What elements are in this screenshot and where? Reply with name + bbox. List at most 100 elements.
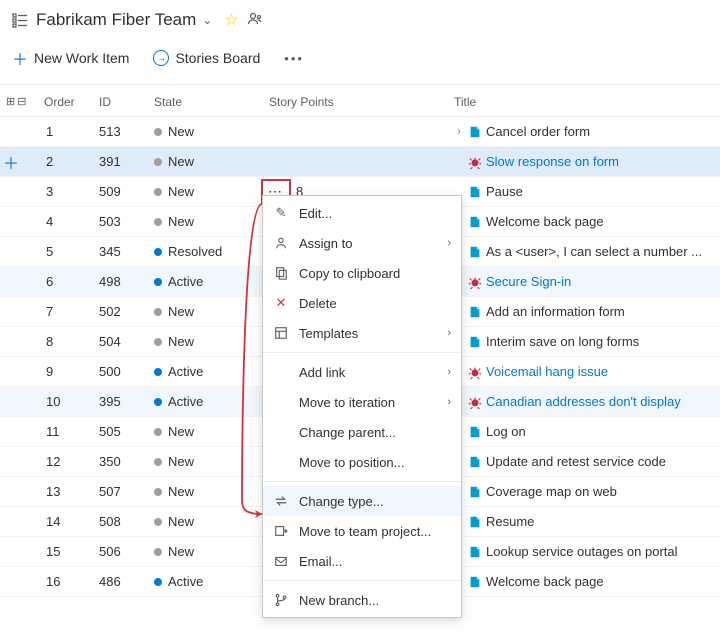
cell-state: New — [154, 214, 269, 229]
table-row[interactable]: ＋2391NewSlow response on form — [0, 147, 720, 177]
state-dot-icon — [154, 398, 162, 406]
cell-id: 505 — [99, 424, 154, 439]
state-dot-icon — [154, 308, 162, 316]
cell-title: Welcome back page — [454, 574, 714, 589]
cell-id: 508 — [99, 514, 154, 529]
cell-title: Add an information form — [454, 304, 714, 319]
chevron-down-icon[interactable]: ⌄ — [202, 13, 212, 27]
user-story-icon — [468, 185, 482, 199]
menu-change-parent-label: Change parent... — [299, 425, 396, 440]
work-item-title: Update and retest service code — [486, 454, 666, 469]
cell-state: Active — [154, 394, 269, 409]
bug-icon — [468, 395, 482, 409]
table-row[interactable]: 1513New›Cancel order form — [0, 117, 720, 147]
cell-state: Active — [154, 274, 269, 289]
col-title[interactable]: Title — [454, 95, 714, 109]
cell-title: Coverage map on web — [454, 484, 714, 499]
expand-chevron-icon[interactable]: › — [454, 126, 464, 137]
cell-order: 5 — [44, 244, 99, 259]
more-actions-icon[interactable]: ••• — [284, 51, 304, 66]
cell-title[interactable]: ›Secure Sign-in — [454, 274, 714, 289]
collapse-all-icon[interactable]: ⊟ — [17, 95, 26, 108]
cell-id: 504 — [99, 334, 154, 349]
menu-change-type[interactable]: Change type... — [263, 486, 461, 516]
menu-move-team-project[interactable]: Move to team project... — [263, 516, 461, 546]
swap-icon — [273, 493, 289, 509]
cell-order: 1 — [44, 124, 99, 139]
plus-icon: ＋ — [12, 46, 28, 70]
work-item-title: Voicemail hang issue — [486, 364, 608, 379]
new-work-item-button[interactable]: ＋ New Work Item — [12, 46, 129, 70]
menu-add-link[interactable]: Add link › — [263, 357, 461, 387]
menu-move-iteration[interactable]: Move to iteration › — [263, 387, 461, 417]
col-order[interactable]: Order — [44, 95, 99, 109]
blank-icon — [273, 424, 289, 440]
menu-new-branch[interactable]: New branch... — [263, 585, 461, 615]
col-id[interactable]: ID — [99, 95, 154, 109]
cell-title: Log on — [454, 424, 714, 439]
cell-title[interactable]: Canadian addresses don't display — [454, 394, 714, 409]
user-story-icon — [468, 335, 482, 349]
col-story-points[interactable]: Story Points — [269, 95, 454, 109]
work-item-title: Log on — [486, 424, 526, 439]
user-story-icon — [468, 245, 482, 259]
col-state[interactable]: State — [154, 95, 269, 109]
people-icon[interactable] — [247, 11, 263, 30]
menu-change-parent[interactable]: Change parent... — [263, 417, 461, 447]
cell-state: New — [154, 454, 269, 469]
menu-templates[interactable]: Templates › — [263, 318, 461, 348]
cell-title[interactable]: Slow response on form — [454, 154, 714, 169]
cell-order: 12 — [44, 454, 99, 469]
user-story-icon — [468, 215, 482, 229]
cell-title: ›Cancel order form — [454, 124, 714, 139]
menu-delete[interactable]: ✕ Delete — [263, 288, 461, 318]
state-dot-icon — [154, 128, 162, 136]
cell-state: New — [154, 514, 269, 529]
cell-order: 9 — [44, 364, 99, 379]
work-item-title: Coverage map on web — [486, 484, 617, 499]
cell-title: Lookup service outages on portal — [454, 544, 714, 559]
menu-move-position[interactable]: Move to position... — [263, 447, 461, 477]
work-item-title: Canadian addresses don't display — [486, 394, 681, 409]
user-story-icon — [468, 125, 482, 139]
menu-edit[interactable]: ✎ Edit... — [263, 198, 461, 228]
state-dot-icon — [154, 458, 162, 466]
user-story-icon — [468, 455, 482, 469]
state-dot-icon — [154, 248, 162, 256]
cell-order: 16 — [44, 574, 99, 589]
menu-add-link-label: Add link — [299, 365, 345, 380]
chevron-right-icon: › — [447, 237, 451, 249]
arrow-right-icon: → — [153, 50, 169, 66]
cell-state: New — [154, 334, 269, 349]
cell-title[interactable]: Voicemail hang issue — [454, 364, 714, 379]
cell-order: 15 — [44, 544, 99, 559]
work-item-title: Secure Sign-in — [486, 274, 571, 289]
move-icon — [273, 523, 289, 539]
expand-all-icon[interactable]: ⊞ — [6, 95, 15, 108]
page-title: Fabrikam Fiber Team — [36, 10, 196, 30]
stories-board-button[interactable]: → Stories Board — [153, 50, 260, 66]
cell-title: ›As a <user>, I can select a number ... — [454, 244, 714, 259]
menu-assign-label: Assign to — [299, 236, 352, 251]
cell-title: Interim save on long forms — [454, 334, 714, 349]
chevron-right-icon: › — [447, 366, 451, 378]
menu-move-iter-label: Move to iteration — [299, 395, 395, 410]
cell-order: 4 — [44, 214, 99, 229]
add-row-icon[interactable]: ＋ — [0, 150, 22, 174]
state-dot-icon — [154, 518, 162, 526]
state-dot-icon — [154, 278, 162, 286]
pencil-icon: ✎ — [273, 205, 289, 221]
star-icon[interactable]: ☆ — [224, 10, 238, 30]
blank-icon — [273, 454, 289, 470]
menu-copy[interactable]: Copy to clipboard — [263, 258, 461, 288]
cell-id: 391 — [99, 154, 154, 169]
chevron-right-icon: › — [447, 396, 451, 408]
work-item-title: Add an information form — [486, 304, 625, 319]
menu-assign-to[interactable]: Assign to › — [263, 228, 461, 258]
menu-email[interactable]: Email... — [263, 546, 461, 576]
delete-icon: ✕ — [273, 295, 289, 311]
cell-title: Update and retest service code — [454, 454, 714, 469]
cell-state: New — [154, 544, 269, 559]
cell-order: 14 — [44, 514, 99, 529]
menu-copy-label: Copy to clipboard — [299, 266, 400, 281]
